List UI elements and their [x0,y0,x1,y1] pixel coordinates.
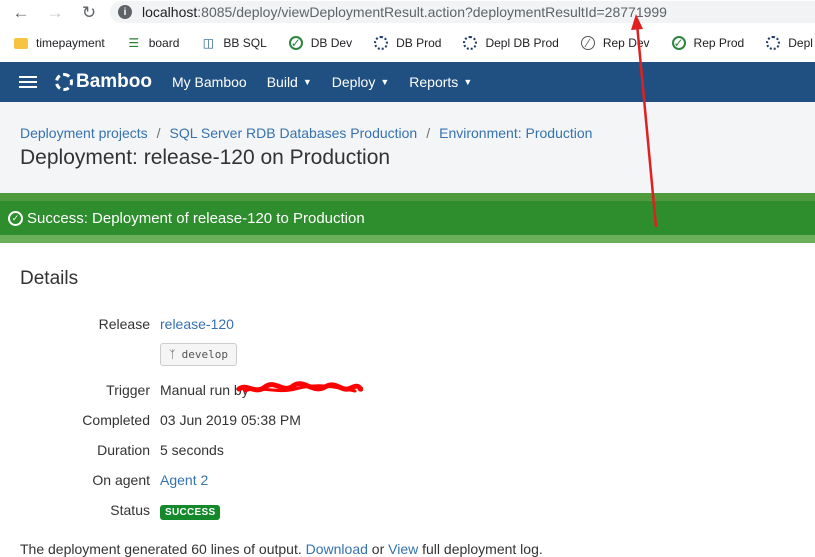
banner-top-stripe [0,193,815,201]
page-header: Deployment projects / SQL Server RDB Datab… [0,102,815,194]
agent-link[interactable]: Agent 2 [160,472,208,488]
breadcrumb-environment[interactable]: Environment: Production [439,125,592,141]
breadcrumb-project[interactable]: SQL Server RDB Databases Production [170,125,418,141]
bookmark-depl-db-prod[interactable]: Depl DB Prod [463,36,559,50]
browser-toolbar: ← → ↻ i localhost:8085/deploy/viewDeploy… [0,0,815,26]
page-title: Deployment: release-120 on Production [20,146,391,169]
bookmark-bb-sql[interactable]: ◫ BB SQL [201,36,267,50]
bookmarks-bar: timepayment ☰ board ◫ BB SQL ✓ DB Dev DB Pr… [0,30,815,56]
banner-text: Success: Deployment of release-120 to Pr… [27,209,365,227]
completed-value: 03 Jun 2019 05:38 PM [160,412,301,428]
duration-label: Duration [97,442,150,458]
chevron-down-icon: ▼ [463,77,473,87]
bamboo-icon [463,36,478,50]
url-host: localhost [142,4,198,20]
database-icon: ◫ [202,36,215,50]
bamboo-icon [766,36,781,50]
info-icon[interactable]: i [118,5,132,19]
bookmark-rep-prod[interactable]: ✓ Rep Prod [671,36,744,50]
branch-chip[interactable]: ᛉ develop [160,343,237,366]
release-link[interactable]: release-120 [160,316,234,332]
bookmark-db-prod[interactable]: DB Prod [374,36,441,50]
banner-bottom-stripe [0,235,815,243]
git-branch-icon: ᛉ [169,348,176,361]
address-bar[interactable]: i localhost:8085/deploy/viewDeploymentRe… [110,1,815,23]
duration-value: 5 seconds [160,442,224,458]
chevron-down-icon: ▼ [380,77,390,87]
chevron-down-icon: ▼ [302,77,312,87]
nav-reports[interactable]: Reports ▼ [409,74,472,90]
status-badge: SUCCESS [160,505,221,520]
details-heading: Details [20,268,79,289]
app-header: Bamboo My Bamboo Build ▼ Deploy ▼ Reports ▼ [0,62,815,102]
bookmark-timepayment[interactable]: timepayment [14,36,105,50]
bookmark-board[interactable]: ☰ board [127,36,179,50]
redacted-user-scribble [236,381,363,393]
bamboo-logo-icon [55,73,73,91]
release-label: Release [98,316,150,332]
folder-icon [14,37,28,49]
forward-arrow-icon[interactable]: → [44,2,66,24]
nav-deploy[interactable]: Deploy ▼ [332,74,390,90]
check-circle-icon: ✓ [288,36,303,50]
check-circle-icon: ✓ [8,210,23,226]
bookmark-rep-dev[interactable]: ∕ Rep Dev [580,36,650,50]
download-log-link[interactable]: Download [306,541,368,557]
back-arrow-icon[interactable]: ← [10,2,32,24]
breadcrumb-deployment-projects[interactable]: Deployment projects [20,125,148,141]
reload-icon[interactable]: ↻ [78,2,100,24]
menu-icon[interactable] [19,73,37,91]
view-log-link[interactable]: View [388,541,418,557]
status-label: Status [110,502,150,518]
nav-my-bamboo[interactable]: My Bamboo [172,74,247,90]
ban-icon: ∕ [580,36,595,50]
nav-build[interactable]: Build ▼ [267,74,312,90]
trigger-label: Trigger [106,382,150,398]
bamboo-icon [374,36,389,50]
success-banner: ✓ Success: Deployment of release-120 to … [0,201,815,235]
completed-label: Completed [82,412,150,428]
board-icon: ☰ [128,36,140,50]
check-circle-icon: ✓ [671,36,686,50]
branch-name: develop [181,348,228,361]
bookmark-db-dev[interactable]: ✓ DB Dev [288,36,352,50]
agent-label: On agent [92,472,150,488]
log-summary: The deployment generated 60 lines of out… [20,541,543,557]
breadcrumb: Deployment projects / SQL Server RDB Datab… [20,125,593,141]
url-path: :8085/deploy/viewDeploymentResult.action… [197,4,667,20]
bookmark-depl-rep-prod[interactable]: Depl Rep Pro [766,36,815,50]
bamboo-logo[interactable]: Bamboo [55,71,152,93]
